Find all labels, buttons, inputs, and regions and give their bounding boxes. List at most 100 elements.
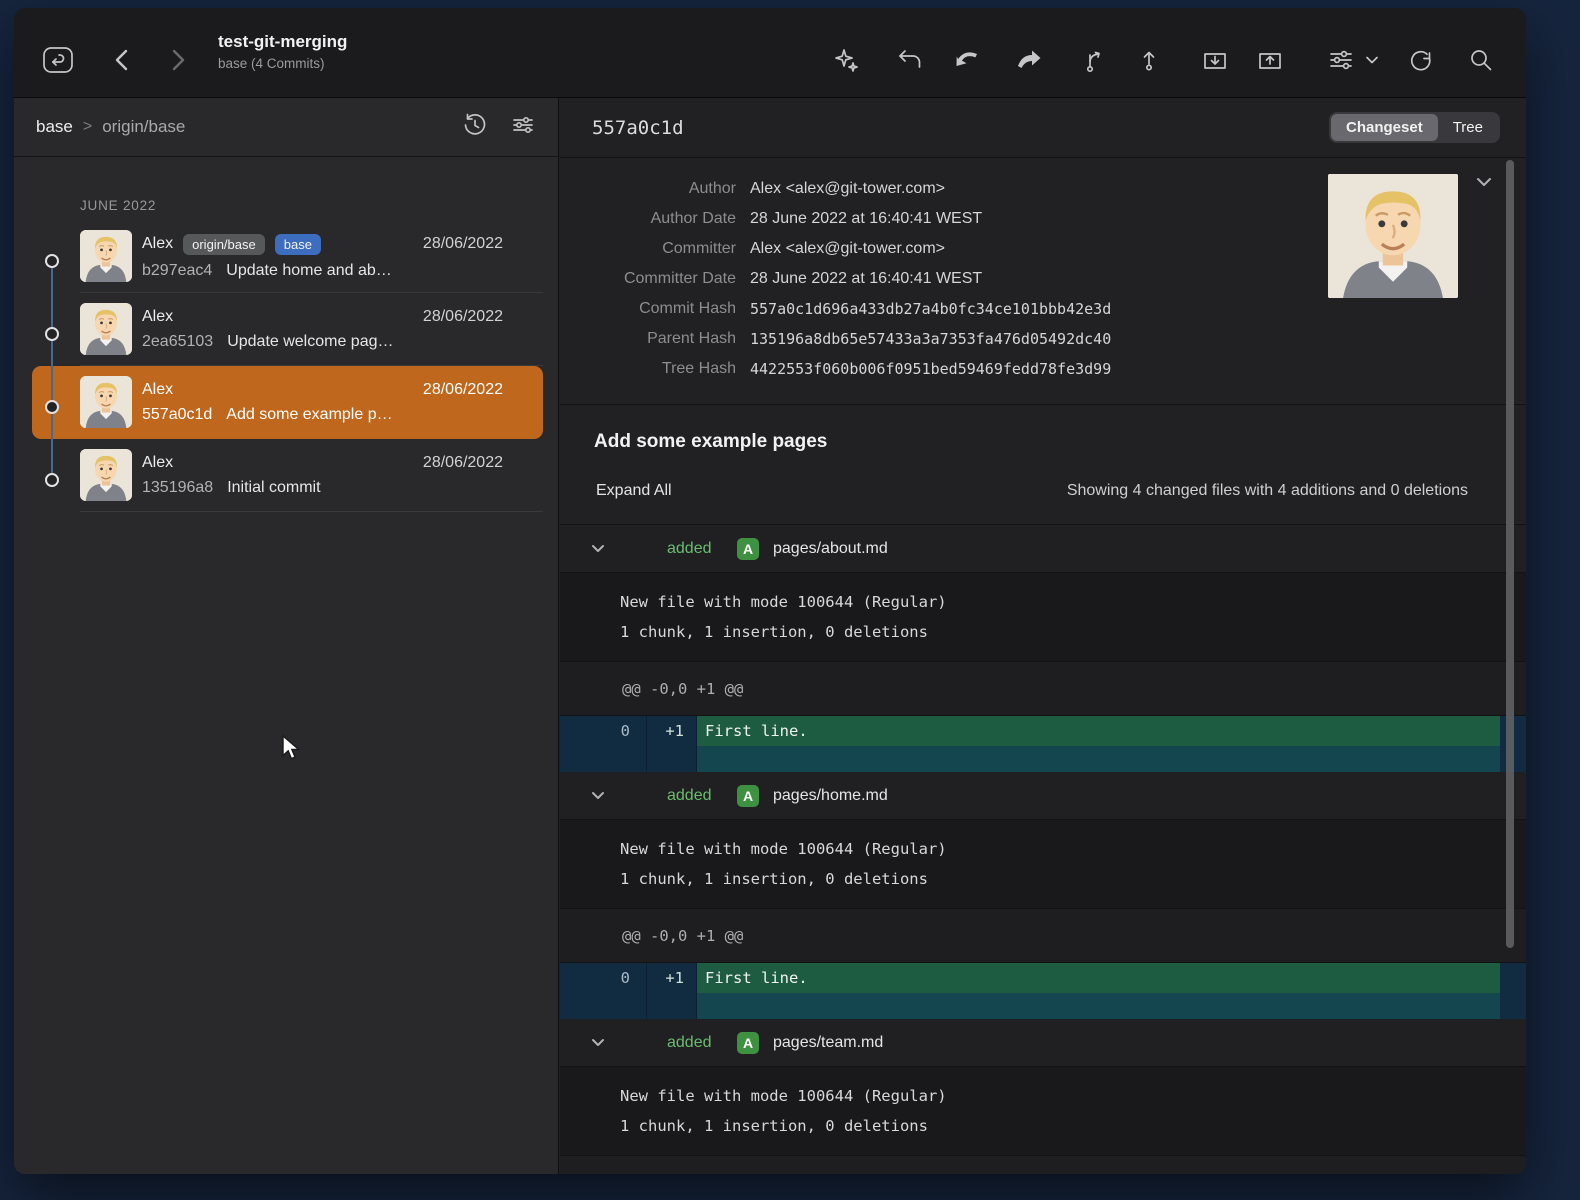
diff-empty-line xyxy=(560,993,1526,1019)
hunk-header: @@ -0,0 +1 @@ xyxy=(560,662,1526,716)
meta-value: 28 June 2022 at 16:40:41 WEST xyxy=(750,210,982,228)
collapse-chevron-icon[interactable] xyxy=(591,1038,607,1047)
commit-message-block: Add some example pages Expand All Showin… xyxy=(560,405,1526,525)
meta-label: Committer Date xyxy=(560,270,736,288)
view-mode-segmented-control: Changeset Tree xyxy=(1329,112,1500,143)
branch-badge[interactable]: base xyxy=(275,234,321,255)
meta-label: Tree Hash xyxy=(560,360,736,378)
commit-message-title: Add some example pages xyxy=(594,431,827,453)
commit-row[interactable]: Alex 28/06/2022 2ea65103 Update welcome … xyxy=(32,293,543,366)
stash-apply-icon[interactable] xyxy=(1254,44,1286,76)
commit-meta-block: AuthorAlex <alex@git-tower.com> Author D… xyxy=(560,158,1526,405)
file-status: added xyxy=(667,787,721,805)
diff-line-content: First line. xyxy=(697,963,1500,993)
commit-graph-line xyxy=(51,261,53,480)
branch-badge[interactable]: origin/base xyxy=(183,234,265,255)
commit-graph-node xyxy=(45,254,59,268)
file-chunks-line: 1 chunk, 1 insertion, 0 deletions xyxy=(620,617,1526,647)
old-line-number: 0 xyxy=(560,963,647,993)
file-diff-section: added A pages/team.md New file with mode… xyxy=(560,1019,1526,1174)
cherry-pick-icon[interactable] xyxy=(1133,44,1165,76)
detail-commit-id: 557a0c1d xyxy=(592,117,684,139)
meta-label: Commit Hash xyxy=(560,300,736,318)
app-window: test-git-merging base (4 Commits) xyxy=(14,8,1526,1174)
undo-arrow-icon[interactable] xyxy=(894,44,926,76)
commit-message: Initial commit xyxy=(227,479,320,497)
merge-arrow-icon[interactable] xyxy=(1013,44,1045,76)
commit-row-selected[interactable]: Alex 28/06/2022 557a0c1d Add some exampl… xyxy=(32,366,543,439)
breadcrumb: base > origin/base xyxy=(14,98,558,157)
commit-sidebar: base > origin/base JUNE 2022 Alex origin… xyxy=(14,98,559,1174)
avatar-chevron-down-icon[interactable] xyxy=(1476,174,1492,192)
refresh-icon[interactable] xyxy=(1405,44,1437,76)
author-avatar-large xyxy=(1328,174,1458,298)
forward-chevron-icon[interactable] xyxy=(162,44,194,76)
back-chevron-icon[interactable] xyxy=(106,44,138,76)
meta-label: Parent Hash xyxy=(560,330,736,348)
commit-hash: 2ea65103 xyxy=(142,333,213,351)
file-status: added xyxy=(667,540,721,558)
meta-label: Author xyxy=(560,180,736,198)
file-path: pages/team.md xyxy=(773,1034,883,1052)
hunk-header: @@ -0,0 +1 @@ xyxy=(560,1156,1526,1174)
changed-files-summary: Showing 4 changed files with 4 additions… xyxy=(1067,482,1468,500)
collapse-chevron-icon[interactable] xyxy=(591,544,607,553)
commit-row[interactable]: Alex origin/base base 28/06/2022 b297eac… xyxy=(32,220,543,293)
breadcrumb-remote-branch[interactable]: origin/base xyxy=(102,117,185,137)
commit-message: Update welcome pag… xyxy=(227,333,393,351)
file-meta-info: New file with mode 100644 (Regular) 1 ch… xyxy=(560,573,1526,662)
file-diff-header[interactable]: added A pages/home.md xyxy=(560,772,1526,820)
avatar xyxy=(80,230,132,282)
file-meta-info: New file with mode 100644 (Regular) 1 ch… xyxy=(560,1067,1526,1156)
diff-line-content: First line. xyxy=(697,716,1500,746)
collapse-chevron-icon[interactable] xyxy=(591,791,607,800)
filter-settings-icon[interactable] xyxy=(510,112,536,143)
branch-icon[interactable] xyxy=(1079,44,1111,76)
avatar xyxy=(80,449,132,501)
meta-value-hash: 557a0c1d696a433db27a4b0fc34ce101bbb42e3d xyxy=(750,300,1111,318)
sparkles-icon[interactable] xyxy=(830,44,862,76)
file-diff-header[interactable]: added A pages/about.md xyxy=(560,525,1526,573)
breadcrumb-separator: > xyxy=(83,118,92,136)
sliders-icon[interactable] xyxy=(1325,44,1357,76)
file-mode-line: New file with mode 100644 (Regular) xyxy=(620,587,1526,617)
commit-hash: b297eac4 xyxy=(142,262,212,280)
repo-icon[interactable] xyxy=(42,44,74,76)
file-status-badge: A xyxy=(737,1032,759,1054)
commit-graph-node xyxy=(45,400,59,414)
breadcrumb-branch[interactable]: base xyxy=(36,117,73,137)
detail-scroll-area: AuthorAlex <alex@git-tower.com> Author D… xyxy=(560,158,1526,1174)
history-icon[interactable] xyxy=(462,112,488,143)
stash-save-icon[interactable] xyxy=(1199,44,1231,76)
avatar xyxy=(80,376,132,428)
commit-author: Alex xyxy=(142,381,173,399)
search-icon[interactable] xyxy=(1465,44,1497,76)
meta-value: Alex <alex@git-tower.com> xyxy=(750,240,945,258)
file-status-badge: A xyxy=(737,785,759,807)
commit-hash: 135196a8 xyxy=(142,479,213,497)
commit-row[interactable]: Alex 28/06/2022 135196a8 Initial commit xyxy=(32,439,543,512)
file-chunks-line: 1 chunk, 1 insertion, 0 deletions xyxy=(620,1111,1526,1141)
meta-value-hash: 135196a8db65e57433a3a7353fa476d05492dc40 xyxy=(750,330,1111,348)
file-diff-header[interactable]: added A pages/team.md xyxy=(560,1019,1526,1067)
tab-changeset[interactable]: Changeset xyxy=(1331,114,1438,141)
new-line-number: +1 xyxy=(647,716,697,746)
meta-value: Alex <alex@git-tower.com> xyxy=(750,180,945,198)
commit-date: 28/06/2022 xyxy=(423,308,503,326)
commit-detail-panel: 557a0c1d Changeset Tree Author Alex <alex… xyxy=(560,98,1526,1174)
expand-all-button[interactable]: Expand All xyxy=(596,482,672,500)
vertical-scrollbar[interactable] xyxy=(1506,160,1514,948)
titlebar: test-git-merging base (4 Commits) xyxy=(14,8,1526,98)
window-title-group: test-git-merging base (4 Commits) xyxy=(218,32,347,71)
commit-message: Add some example p… xyxy=(226,406,392,424)
tab-tree[interactable]: Tree xyxy=(1438,114,1498,141)
commit-hash: 557a0c1d xyxy=(142,406,212,424)
file-diff-section: added A pages/about.md New file with mod… xyxy=(560,525,1526,772)
detail-header: 557a0c1d Changeset Tree xyxy=(560,98,1526,158)
discard-arrow-icon[interactable] xyxy=(952,44,984,76)
chevron-down-icon[interactable] xyxy=(1356,44,1388,76)
diff-added-line: 0 +1 First line. xyxy=(560,963,1526,993)
diff-empty-line xyxy=(560,746,1526,772)
meta-value: 28 June 2022 at 16:40:41 WEST xyxy=(750,270,982,288)
commit-graph-node xyxy=(45,473,59,487)
